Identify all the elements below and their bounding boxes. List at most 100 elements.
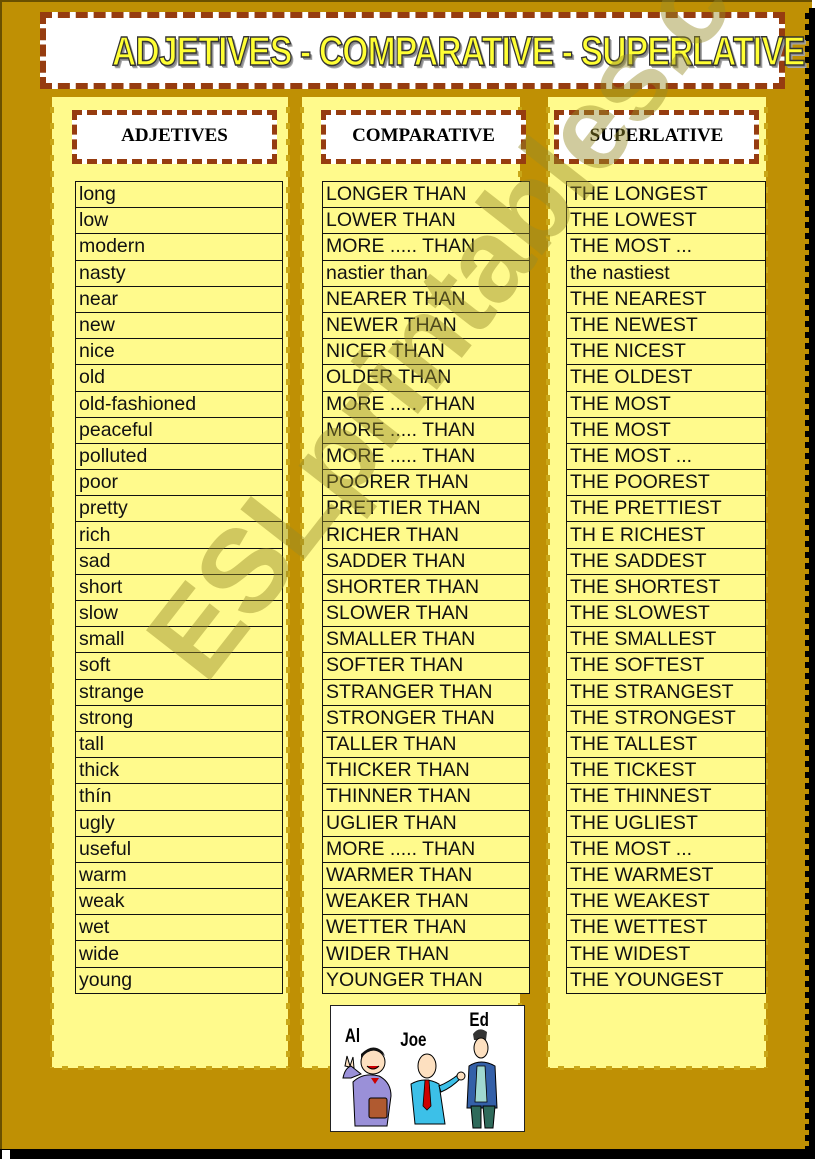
table-row: nastier than (322, 259, 530, 287)
superlative-cell: THE WEAKEST (566, 888, 766, 916)
comparative-cell: STRONGER THAN (322, 704, 530, 732)
adjective-cell: strong (75, 704, 283, 732)
table-row: YOUNGER THAN (322, 966, 530, 994)
comparative-cell: WEAKER THAN (322, 888, 530, 916)
page-bottom-edge (0, 1149, 815, 1159)
adjective-cell: pretty (75, 495, 283, 523)
table-row: THE MOST (566, 390, 766, 418)
title-banner: ADJETIVES - COMPARATIVE - SUPERLATIVE (40, 12, 806, 89)
label-al: Al (344, 1026, 361, 1047)
table-row: THINNER THAN (322, 783, 530, 811)
comparative-cell: UGLIER THAN (322, 809, 530, 837)
table-row: TALLER THAN (322, 730, 530, 759)
adjective-cell: wide (75, 940, 283, 968)
comparative-cell: NEWER THAN (322, 311, 530, 340)
superlative-header: SUPERLATIVE (554, 110, 759, 164)
adjective-cell: thick (75, 757, 283, 785)
superlative-cell: THE NEWEST (566, 311, 766, 340)
table-row: WARMER THAN (322, 861, 530, 890)
comparative-cell: OLDER THAN (322, 364, 530, 392)
comparative-cell: YOUNGER THAN (322, 966, 530, 994)
superlative-cell: THE MOST (566, 416, 766, 444)
comparative-cell: STRANGER THAN (322, 678, 530, 706)
cartoon-characters-icon (342, 1029, 498, 1129)
table-row: NEWER THAN (322, 311, 530, 340)
table-row: THE SHORTEST (566, 573, 766, 602)
superlative-cell: THE POOREST (566, 469, 766, 497)
table-row: LOWER THAN (322, 207, 530, 235)
adjective-cell: old (75, 364, 283, 392)
table-row: long (75, 180, 283, 209)
comparative-cell: NEARER THAN (322, 285, 530, 313)
superlative-cell: the nastiest (566, 259, 766, 287)
table-row: THE WEAKEST (566, 888, 766, 916)
table-row: RICHER THAN (322, 521, 530, 549)
table-row: THE SLOWEST (566, 599, 766, 628)
comparative-cell: MORE ..... THAN (322, 390, 530, 418)
table-row: MORE ..... THAN (322, 390, 530, 418)
comparative-cell: THINNER THAN (322, 783, 530, 811)
table-row: WETTER THAN (322, 914, 530, 942)
adjective-cell: low (75, 207, 283, 235)
comparative-header: COMPARATIVE (321, 110, 526, 164)
table-row: THE UGLIEST (566, 809, 766, 837)
worksheet-title: ADJETIVES - COMPARATIVE - SUPERLATIVE (111, 27, 806, 75)
comparative-cell: WETTER THAN (322, 914, 530, 942)
superlative-cell: THE WETTEST (566, 914, 766, 942)
table-row: tall (75, 730, 283, 759)
superlative-cell: THE TALLEST (566, 730, 766, 759)
table-row: THICKER THAN (322, 757, 530, 785)
table-row: THE NEAREST (566, 285, 766, 313)
superlative-cell: THE LOWEST (566, 207, 766, 235)
adjective-cell: slow (75, 599, 283, 628)
comparative-cell: SHORTER THAN (322, 573, 530, 602)
table-row: THE POOREST (566, 469, 766, 497)
table-row: wide (75, 940, 283, 968)
superlative-cell: THE SOFTEST (566, 652, 766, 680)
table-row: SLOWER THAN (322, 599, 530, 628)
adjective-cell: tall (75, 730, 283, 759)
superlative-cell: THE WARMEST (566, 861, 766, 890)
table-row: THE SMALLEST (566, 626, 766, 654)
table-row: MORE ..... THAN (322, 233, 530, 261)
table-row: rich (75, 521, 283, 549)
table-row: modern (75, 233, 283, 261)
table-row: OLDER THAN (322, 364, 530, 392)
adjective-cell: long (75, 180, 283, 209)
superlative-cell: THE MOST ... (566, 233, 766, 261)
superlative-cell: THE SLOWEST (566, 599, 766, 628)
table-row: MORE ..... THAN (322, 442, 530, 471)
table-row: SADDER THAN (322, 547, 530, 575)
adjective-cell: soft (75, 652, 283, 680)
comparative-cell: RICHER THAN (322, 521, 530, 549)
superlative-cell: THE LONGEST (566, 180, 766, 209)
adjective-cell: useful (75, 835, 283, 863)
adjective-cell: old-fashioned (75, 390, 283, 418)
table-row: nice (75, 338, 283, 366)
adjective-cell: warm (75, 861, 283, 890)
superlative-cell: THE STRANGEST (566, 678, 766, 706)
superlative-cell: THE NEAREST (566, 285, 766, 313)
table-row: short (75, 573, 283, 602)
adjective-cell: wet (75, 914, 283, 942)
character-ed-icon (466, 1029, 498, 1129)
table-row: wet (75, 914, 283, 942)
table-row: WEAKER THAN (322, 888, 530, 916)
table-row: soft (75, 652, 283, 680)
cartoon-illustration: Al Joe Ed (330, 1005, 525, 1132)
table-row: THE YOUNGEST (566, 966, 766, 994)
superlative-cell: THE WIDEST (566, 940, 766, 968)
table-row: useful (75, 835, 283, 863)
adjective-cell: strange (75, 678, 283, 706)
comparative-cell: SOFTER THAN (322, 652, 530, 680)
table-row: TH E RICHEST (566, 521, 766, 549)
superlative-cell: THE SHORTEST (566, 573, 766, 602)
adjective-cell: new (75, 311, 283, 340)
adjective-cell: nice (75, 338, 283, 366)
table-row: old (75, 364, 283, 392)
adjective-cell: thín (75, 783, 283, 811)
adjective-cell: peaceful (75, 416, 283, 444)
table-row: MORE ..... THAN (322, 835, 530, 863)
comparative-cell: WIDER THAN (322, 940, 530, 968)
comparative-cell: TALLER THAN (322, 730, 530, 759)
